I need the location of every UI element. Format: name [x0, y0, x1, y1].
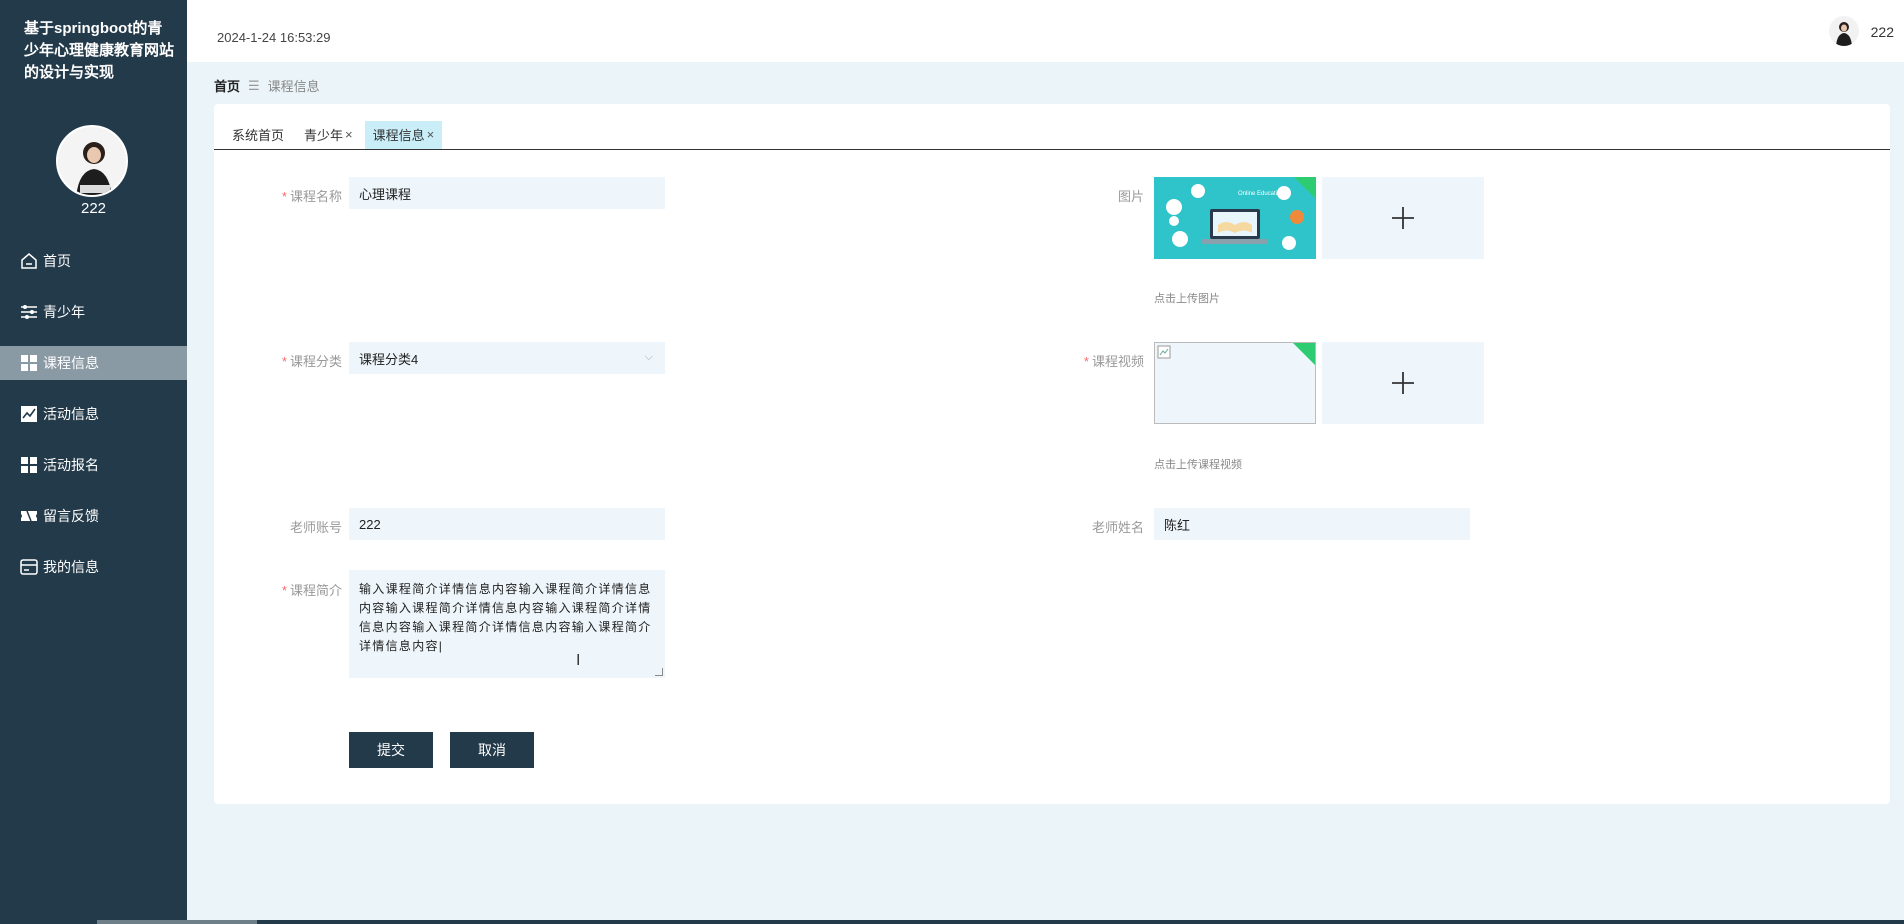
sidebar-item-my-info[interactable]: 我的信息 [0, 550, 187, 584]
ticket-icon [21, 510, 37, 522]
current-datetime: 2024-1-24 16:53:29 [217, 30, 331, 45]
site-title: 基于springboot的青少年心理健康教育网站的设计与实现 [24, 20, 175, 81]
plus-icon [1392, 207, 1414, 229]
resize-handle[interactable] [655, 668, 663, 676]
required-mark: * [281, 189, 287, 204]
sidebar-item-activity-info[interactable]: 活动信息 [0, 397, 187, 431]
submit-button[interactable]: 提交 [349, 732, 433, 768]
sidebar-item-label: 活动信息 [43, 406, 99, 422]
video-label-text: 课程视频 [1091, 354, 1144, 369]
video-label: * 课程视频 [1044, 351, 1144, 370]
teacher-account-input[interactable]: 222 [349, 508, 665, 540]
tab-label: 系统首页 [232, 128, 285, 143]
image-label-text: 图片 [1117, 189, 1144, 204]
horizontal-scrollbar[interactable] [0, 920, 1904, 924]
grid-icon [21, 355, 37, 371]
header-avatar[interactable] [1829, 16, 1859, 46]
plus-icon [1392, 372, 1414, 394]
uploaded-image-thumbnail[interactable]: Online Education [1154, 177, 1316, 259]
breadcrumb: 首页 ☰ 课程信息 [214, 76, 320, 95]
close-icon[interactable]: × [427, 127, 435, 142]
sidebar-menu: 首页 青少年 课程信息 活动信息 活动报名 留言反馈 我的信息 [0, 244, 187, 601]
image-label: 图片 [1044, 186, 1144, 205]
breadcrumb-current: 课程信息 [267, 79, 320, 94]
intro-label: * 课程简介 [242, 580, 342, 599]
uploaded-video-thumbnail[interactable] [1154, 342, 1316, 424]
text-cursor-icon: I [576, 652, 581, 669]
breadcrumb-separator-icon: ☰ [248, 77, 260, 93]
teacher-account-label: 老师账号 [242, 517, 342, 536]
teacher-account-value: 222 [359, 516, 381, 532]
sidebar-item-label: 留言反馈 [43, 508, 99, 524]
tab-label: 课程信息 [372, 128, 425, 143]
category-label-text: 课程分类 [289, 354, 342, 369]
teacher-account-label-text: 老师账号 [289, 520, 342, 535]
sidebar-item-youth[interactable]: 青少年 [0, 295, 187, 329]
intro-label-text: 课程简介 [289, 583, 342, 598]
card-icon [20, 559, 38, 575]
breadcrumb-home[interactable]: 首页 [214, 76, 240, 95]
teacher-name-label: 老师姓名 [1044, 517, 1144, 536]
close-icon[interactable]: × [345, 127, 353, 142]
course-name-label-text: 课程名称 [289, 189, 342, 204]
scrollbar-thumb[interactable] [97, 920, 257, 924]
sidebar-item-label: 活动报名 [43, 457, 99, 473]
sidebar-item-label: 课程信息 [43, 355, 99, 371]
sidebar-username: 222 [80, 200, 107, 217]
home-icon [21, 253, 37, 269]
upload-success-badge [1294, 177, 1316, 199]
sidebar-item-label: 青少年 [43, 304, 85, 320]
tab-system-home[interactable]: 系统首页 [224, 121, 292, 149]
sidebar-item-course-info[interactable]: 课程信息 [0, 346, 187, 380]
chevron-down-icon: ⌵ [644, 351, 653, 363]
video-upload-button[interactable] [1322, 342, 1484, 424]
course-name-input[interactable]: 心理课程 [349, 177, 665, 209]
sliders-icon [21, 305, 37, 319]
chart-icon [21, 406, 37, 422]
category-selected-value: 课程分类4 [359, 351, 419, 367]
image-upload-button[interactable] [1322, 177, 1484, 259]
broken-image-icon [1157, 345, 1171, 359]
teacher-name-label-text: 老师姓名 [1091, 520, 1144, 535]
tab-label: 青少年 [304, 128, 344, 143]
teacher-name-value: 陈红 [1164, 517, 1191, 533]
intro-textarea[interactable]: 输入课程简介详情信息内容输入课程简介详情信息内容输入课程简介详情信息内容输入课程… [349, 570, 665, 678]
video-upload-hint: 点击上传课程视频 [1154, 459, 1242, 471]
image-upload-hint: 点击上传图片 [1154, 293, 1220, 305]
sidebar-item-home[interactable]: 首页 [0, 244, 187, 278]
grid-icon [21, 457, 37, 473]
intro-value: 输入课程简介详情信息内容输入课程简介详情信息内容输入课程简介详情信息内容输入课程… [359, 582, 652, 653]
header-username[interactable]: 222 [1871, 24, 1894, 40]
top-bar: 2024-1-24 16:53:29 222 [187, 0, 1904, 62]
category-label: * 课程分类 [242, 351, 342, 370]
upload-success-badge [1293, 343, 1315, 365]
main-card: 系统首页 青少年 × 课程信息 × * 课程名称 心理课程 图片 Online E… [214, 104, 1890, 804]
tab-bar: 系统首页 青少年 × 课程信息 × [214, 121, 1890, 150]
cancel-button[interactable]: 取消 [450, 732, 534, 768]
thumbnail-caption: Online Education [1238, 191, 1284, 197]
sidebar: 基于springboot的青少年心理健康教育网站的设计与实现 222 首页 青少… [0, 0, 187, 924]
teacher-name-input[interactable]: 陈红 [1154, 508, 1470, 540]
sidebar-item-label: 我的信息 [43, 559, 99, 575]
tab-course-info[interactable]: 课程信息 × [364, 121, 443, 149]
sidebar-item-feedback[interactable]: 留言反馈 [0, 499, 187, 533]
required-mark: * [281, 354, 287, 369]
sidebar-item-label: 首页 [43, 253, 71, 269]
sidebar-item-activity-signup[interactable]: 活动报名 [0, 448, 187, 482]
course-name-value: 心理课程 [359, 186, 412, 202]
course-name-label: * 课程名称 [242, 186, 342, 205]
required-mark: * [1083, 354, 1089, 369]
tab-youth[interactable]: 青少年 × [296, 121, 361, 149]
sidebar-avatar[interactable] [56, 125, 128, 197]
category-select[interactable]: 课程分类4 ⌵ [349, 342, 665, 374]
required-mark: * [281, 583, 287, 598]
